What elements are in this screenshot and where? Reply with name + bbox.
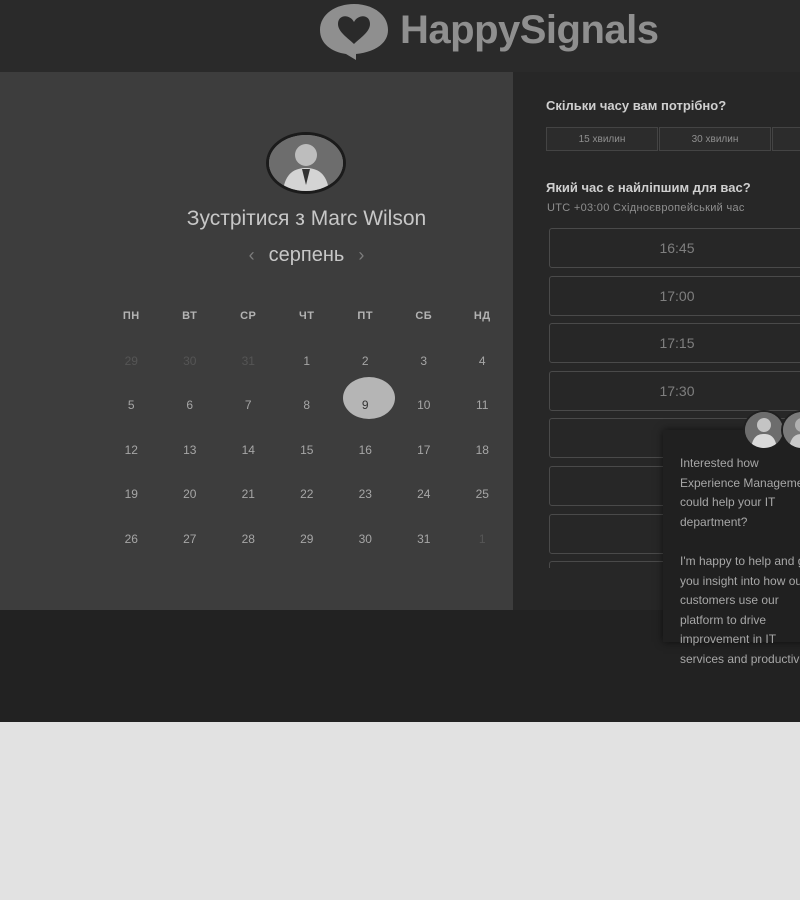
time-question: Який час є найліпшим для вас? xyxy=(546,180,751,195)
calendar-day[interactable]: 27 xyxy=(161,532,220,546)
calendar-day[interactable]: 30 xyxy=(336,532,395,546)
chevron-left-icon[interactable]: ‹ xyxy=(249,245,255,266)
calendar-day[interactable]: 17 xyxy=(395,443,454,457)
calendar-panel: Зустрітися з Marc Wilson ‹ серпень › ПН … xyxy=(0,72,513,610)
duration-option-more[interactable] xyxy=(772,127,800,151)
calendar-day[interactable]: 10 xyxy=(395,398,454,412)
weekday-label: НД xyxy=(473,310,491,323)
calendar-day[interactable]: 24 xyxy=(395,487,454,501)
weekday-label: ПН xyxy=(122,310,140,323)
header-bar: HappySignals xyxy=(0,0,800,72)
time-slot[interactable]: 17:00 xyxy=(549,275,800,316)
calendar-day[interactable]: 22 xyxy=(278,487,337,501)
calendar-day[interactable]: 16 xyxy=(336,443,395,457)
time-slot[interactable]: 16:45 xyxy=(549,228,800,268)
logo-text: HappySignals xyxy=(400,7,659,52)
person-portrait-icon xyxy=(783,412,800,448)
calendar-day[interactable]: 2 xyxy=(336,354,395,368)
weekday-label: СБ xyxy=(415,310,433,323)
calendar-day[interactable]: 28 xyxy=(219,532,278,546)
calendar-day[interactable]: 6 xyxy=(161,398,220,412)
calendar-day[interactable]: 19 xyxy=(102,487,161,501)
booking-page: HappySignals Зустрітися з Marc Wilson ‹ … xyxy=(0,0,800,722)
calendar-day[interactable]: 11 xyxy=(453,398,512,412)
duration-question: Скільки часу вам потрібно? xyxy=(546,98,727,113)
calendar-day-outside-month: 30 xyxy=(183,353,197,368)
calendar-day[interactable]: 3 xyxy=(395,354,454,368)
chat-popup[interactable]: Interested how Experience Management cou… xyxy=(663,410,800,666)
calendar-day[interactable]: 29 xyxy=(278,532,337,546)
calendar-day[interactable]: 5 xyxy=(102,398,161,412)
calendar-day-selected[interactable]: 9 xyxy=(336,377,395,420)
time-slot[interactable]: 17:15 xyxy=(549,323,800,364)
calendar-day[interactable]: 20 xyxy=(161,487,220,501)
chat-agent-avatar xyxy=(743,410,785,450)
calendar-day[interactable]: 1 xyxy=(278,354,337,368)
calendar-day[interactable]: 13 xyxy=(161,443,220,457)
calendar-week: 19 20 21 22 23 24 25 xyxy=(102,472,512,517)
calendar-day[interactable]: 14 xyxy=(219,443,278,457)
duration-option-15[interactable]: 15 хвилин xyxy=(546,127,658,151)
weekday-label: ЧТ xyxy=(299,310,315,323)
host-avatar xyxy=(266,132,346,194)
calendar-day[interactable]: 18 xyxy=(453,443,512,457)
calendar-week: 29 30 31 1 2 3 4 xyxy=(102,339,512,384)
calendar-day-outside-month: 31 xyxy=(241,353,255,368)
calendar-day[interactable]: 23 xyxy=(336,487,395,501)
calendar-week: 26 27 28 29 30 31 1 xyxy=(102,517,512,562)
calendar-day[interactable]: 15 xyxy=(278,443,337,457)
calendar-week: 5 6 7 8 9 10 11 xyxy=(102,377,512,428)
calendar-day[interactable]: 26 xyxy=(102,532,161,546)
weekday-label: ПТ xyxy=(357,310,374,323)
calendar-day[interactable]: 21 xyxy=(219,487,278,501)
calendar-day[interactable]: 12 xyxy=(102,443,161,457)
calendar-day-outside-month: 29 xyxy=(124,353,138,368)
duration-option-30[interactable]: 30 хвилин xyxy=(659,127,771,151)
person-portrait-icon xyxy=(269,135,343,191)
weekday-header: ПН ВТ СР ЧТ ПТ СБ НД xyxy=(102,294,512,339)
calendar-day[interactable]: 31 xyxy=(395,532,454,546)
time-slot[interactable]: 17:30 xyxy=(549,370,800,411)
timezone-label[interactable]: UTC +03:00 Східноєвропейський час xyxy=(547,202,745,214)
calendar-grid: ПН ВТ СР ЧТ ПТ СБ НД 29 30 31 1 2 3 4 5 … xyxy=(102,294,512,561)
calendar-day[interactable]: 8 xyxy=(278,398,337,412)
chat-message: Interested how Experience Management cou… xyxy=(680,456,800,666)
current-month: серпень xyxy=(268,244,345,266)
calendar-week: 12 13 14 15 16 17 18 xyxy=(102,428,512,473)
weekday-label: ВТ xyxy=(182,310,198,323)
calendar-day[interactable]: 4 xyxy=(453,354,512,368)
calendar-day[interactable]: 7 xyxy=(219,398,278,412)
duration-options: 15 хвилин 30 хвилин xyxy=(546,127,800,151)
calendar-day[interactable]: 25 xyxy=(453,487,512,501)
calendar-day-outside-month: 1 xyxy=(478,531,486,546)
happysignals-logo[interactable]: HappySignals xyxy=(316,0,659,60)
selected-day-label: 9 xyxy=(361,398,369,413)
heart-speech-bubble-icon xyxy=(320,4,388,60)
person-portrait-icon xyxy=(745,412,783,448)
chevron-right-icon[interactable]: › xyxy=(358,245,364,266)
weekday-label: СР xyxy=(240,310,257,323)
